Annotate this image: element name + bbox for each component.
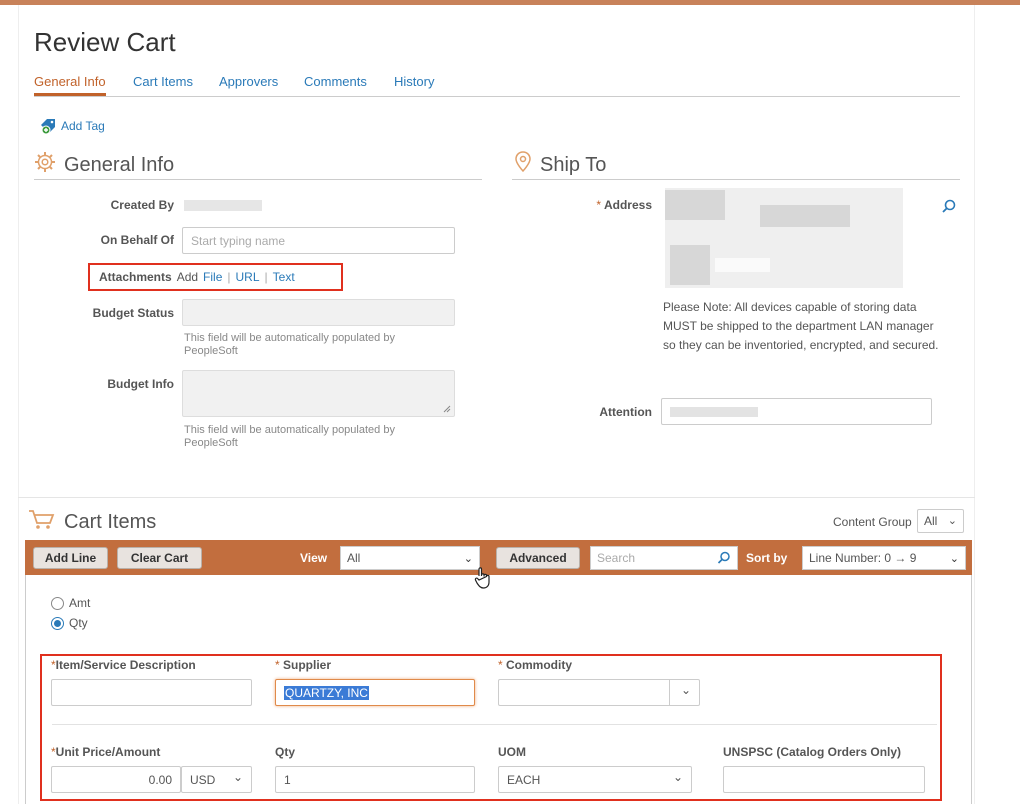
chevron-down-icon: ⌄ <box>949 553 959 565</box>
created-by-label: Created By <box>110 198 174 212</box>
qty-radio[interactable]: Qty <box>51 616 88 630</box>
attachments-label: Attachments <box>99 270 172 284</box>
amt-radio[interactable]: Amt <box>51 596 90 610</box>
content-group-select[interactable]: All ⌄ <box>917 509 964 533</box>
sort-by-select[interactable]: Line Number: 0 → 9 ⌄ <box>802 546 966 570</box>
cart-toolbar: Add Line Clear Cart View All ⌄ Advanced … <box>25 540 972 575</box>
budget-status-label: Budget Status <box>92 306 174 320</box>
supplier-label: * Supplier <box>275 658 332 672</box>
attach-url-link[interactable]: URL <box>236 270 260 284</box>
resize-handle-icon[interactable] <box>443 405 451 413</box>
budget-status-help: This field will be automatically populat… <box>184 332 395 357</box>
created-by-value-redacted <box>184 200 262 211</box>
ship-to-divider <box>512 179 960 180</box>
advanced-button[interactable]: Advanced <box>496 547 580 569</box>
attach-file-link[interactable]: File <box>203 270 222 284</box>
add-tag-link[interactable]: Add Tag <box>40 119 105 134</box>
chevron-down-icon: ⌄ <box>947 515 957 527</box>
address-search-icon[interactable] <box>941 199 957 215</box>
chevron-down-icon: ⌄ <box>680 683 691 697</box>
attention-input[interactable] <box>661 398 932 425</box>
view-select[interactable]: All ⌄ <box>340 546 480 570</box>
tab-general-info[interactable]: General Info <box>34 74 106 96</box>
separator: | <box>227 270 231 284</box>
tag-icon <box>40 119 58 134</box>
currency-select[interactable]: USD ⌄ <box>181 766 252 793</box>
address-label: * Address <box>596 198 652 212</box>
item-description-input[interactable] <box>51 679 252 706</box>
add-tag-label: Add Tag <box>61 119 105 133</box>
tab-comments[interactable]: Comments <box>304 74 367 89</box>
section-separator <box>18 497 975 498</box>
unspsc-input[interactable] <box>723 766 925 793</box>
cart-items-heading: Cart Items <box>28 508 156 536</box>
supplier-input[interactable]: QUARTZY, INC <box>275 679 475 706</box>
location-pin-icon <box>514 151 532 179</box>
clear-cart-button[interactable]: Clear Cart <box>117 547 202 569</box>
sort-by-label: Sort by <box>746 551 788 565</box>
shipping-note: Please Note: All devices capable of stor… <box>663 300 939 352</box>
separator: | <box>264 270 268 284</box>
attach-text-link[interactable]: Text <box>273 270 295 284</box>
radio-circle-selected <box>51 616 64 630</box>
chevron-down-icon: ⌄ <box>672 770 683 784</box>
budget-status-field <box>182 299 455 326</box>
tab-approvers[interactable]: Approvers <box>219 74 278 89</box>
uom-select[interactable]: EACH ⌄ <box>498 766 692 793</box>
general-info-divider <box>34 179 482 180</box>
attachments-add-text: Add <box>176 270 199 284</box>
uom-label: UOM <box>498 745 526 759</box>
on-behalf-of-input[interactable]: Start typing name <box>182 227 455 254</box>
tab-bar: General Info Cart Items Approvers Commen… <box>34 72 960 97</box>
qty-label: Qty <box>275 745 296 759</box>
page-title: Review Cart <box>34 27 176 57</box>
on-behalf-of-label: On Behalf Of <box>100 233 174 247</box>
gear-icon <box>34 151 56 179</box>
content-group-label: Content Group <box>833 515 912 529</box>
commodity-label: * Commodity <box>498 658 573 672</box>
budget-info-help: This field will be automatically populat… <box>184 424 395 449</box>
view-label: View <box>300 551 328 565</box>
attachments-row: Attachments Add File | URL | Text <box>99 270 295 284</box>
cart-icon <box>28 508 56 536</box>
qty-input[interactable]: 1 <box>275 766 475 793</box>
radio-circle <box>51 596 64 610</box>
chevron-down-icon: ⌄ <box>232 770 243 784</box>
tab-cart-items[interactable]: Cart Items <box>133 74 193 89</box>
unit-price-input[interactable]: 0.00 <box>51 766 181 793</box>
chevron-down-icon: ⌄ <box>463 553 473 565</box>
budget-info-field <box>182 370 455 417</box>
search-icon[interactable] <box>717 551 731 565</box>
tab-history[interactable]: History <box>394 74 434 89</box>
general-info-heading: General Info <box>34 151 174 179</box>
unit-price-label: *Unit Price/Amount <box>51 745 161 759</box>
search-input[interactable]: Search <box>590 546 738 570</box>
add-line-button[interactable]: Add Line <box>33 547 108 569</box>
ship-to-heading: Ship To <box>514 151 606 179</box>
attention-label: Attention <box>599 405 652 419</box>
form-row-divider <box>52 724 937 725</box>
budget-info-label: Budget Info <box>107 377 174 391</box>
attention-value-redacted <box>670 406 758 417</box>
unspsc-label: UNSPSC (Catalog Orders Only) <box>723 745 902 759</box>
item-description-label: *Item/Service Description <box>51 658 196 672</box>
commodity-select[interactable]: ⌄ <box>498 679 700 706</box>
